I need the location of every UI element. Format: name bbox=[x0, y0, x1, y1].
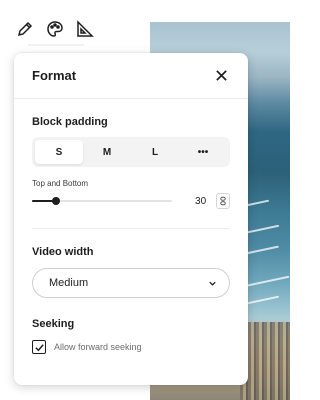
forward-seeking-label: Allow forward seeking bbox=[54, 342, 142, 352]
padding-slider-row: 30 bbox=[32, 192, 230, 210]
seeking-title: Seeking bbox=[32, 318, 75, 330]
padding-option-l[interactable]: L bbox=[131, 140, 179, 164]
slider-thumb[interactable] bbox=[52, 197, 60, 205]
block-padding-section: Block padding S M L ••• Top and Bottom 3… bbox=[14, 99, 248, 210]
slider-value: 30 bbox=[195, 195, 207, 207]
link-icon bbox=[220, 196, 226, 206]
format-panel: Format Block padding S M L ••• Top and B… bbox=[14, 53, 248, 385]
seeking-section: Seeking Allow forward seeking bbox=[14, 298, 248, 354]
pencil-icon[interactable] bbox=[14, 18, 36, 40]
palette-icon[interactable] bbox=[44, 18, 66, 40]
padding-size-selector: S M L ••• bbox=[32, 137, 230, 167]
set-square-icon[interactable] bbox=[74, 18, 96, 40]
padding-option-m[interactable]: M bbox=[83, 140, 131, 164]
panel-header: Format bbox=[14, 53, 248, 99]
unlink-sides-button[interactable] bbox=[216, 193, 230, 209]
forward-seeking-checkbox[interactable] bbox=[32, 340, 46, 354]
chevron-down-icon bbox=[209, 281, 216, 286]
forward-seeking-option: Allow forward seeking bbox=[32, 340, 230, 354]
padding-option-s[interactable]: S bbox=[35, 140, 83, 164]
video-width-select[interactable]: Medium bbox=[32, 268, 230, 298]
toolbar-underline bbox=[28, 44, 84, 46]
video-width-title: Video width bbox=[32, 246, 94, 258]
editor-toolbar bbox=[14, 18, 96, 40]
block-padding-title: Block padding bbox=[32, 116, 108, 128]
video-width-section: Video width Medium bbox=[14, 229, 248, 298]
close-icon bbox=[215, 70, 227, 81]
padding-option-more[interactable]: ••• bbox=[179, 140, 227, 164]
video-width-value: Medium bbox=[49, 277, 89, 289]
panel-title: Format bbox=[32, 68, 77, 83]
slider-label: Top and Bottom bbox=[32, 179, 89, 188]
padding-slider[interactable] bbox=[32, 197, 173, 205]
close-button[interactable] bbox=[212, 67, 230, 85]
app-stage: Format Block padding S M L ••• Top and B… bbox=[0, 0, 290, 400]
checkmark-icon bbox=[34, 343, 44, 351]
